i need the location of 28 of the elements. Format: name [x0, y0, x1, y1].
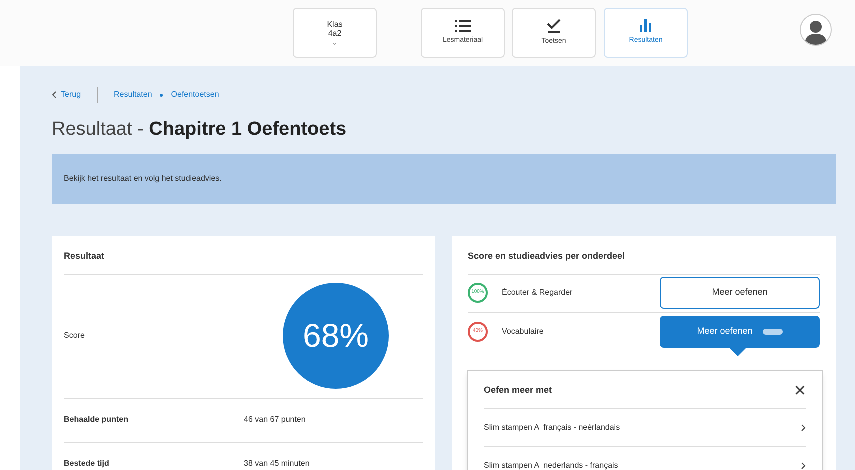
popover-item[interactable]: Slim stampen A français - neérlandais — [484, 409, 806, 447]
avatar-icon[interactable] — [800, 14, 832, 46]
class-selector[interactable]: Klas 4a2 ⌄ — [293, 8, 377, 58]
part-name: Écouter & Regarder — [502, 287, 574, 299]
breadcrumb-link[interactable]: Resultaten — [114, 89, 152, 101]
row-value: 38 van 45 minuten — [244, 458, 310, 470]
breadcrumb-link[interactable]: Oefentoetsen — [171, 89, 220, 101]
row-value: 46 van 67 punten — [244, 414, 306, 426]
info-banner: Bekijk het resultaat en volg het studieadvies. — [52, 154, 836, 204]
pill-icon — [762, 328, 783, 334]
popover-title: Oefen meer met — [484, 384, 552, 398]
close-button[interactable]: × — [794, 381, 806, 401]
list-icon — [455, 20, 471, 32]
chevron-icon — [801, 462, 806, 470]
chevron-left-icon — [52, 91, 57, 99]
score-label: Score — [64, 330, 85, 342]
card-title: Score en studieadvies per onderdeel — [468, 250, 820, 274]
card-title: Resultaat — [64, 250, 423, 274]
chevron-icon — [801, 424, 806, 432]
practice-button[interactable]: Meer oefenen — [660, 277, 820, 309]
back-link[interactable]: Terug — [52, 89, 82, 101]
bar-chart-icon — [640, 19, 652, 32]
page-title: Resultaat - Chapitre 1 Oefentoets — [52, 118, 348, 142]
row-label: Bestede tijd — [64, 458, 110, 470]
checkmark-icon — [547, 18, 561, 33]
row-label: Behaalde punten — [64, 414, 130, 426]
popover-item[interactable]: Slim stampen A nederlands - français — [484, 447, 806, 470]
part-name: Vocabulaire — [502, 326, 545, 338]
